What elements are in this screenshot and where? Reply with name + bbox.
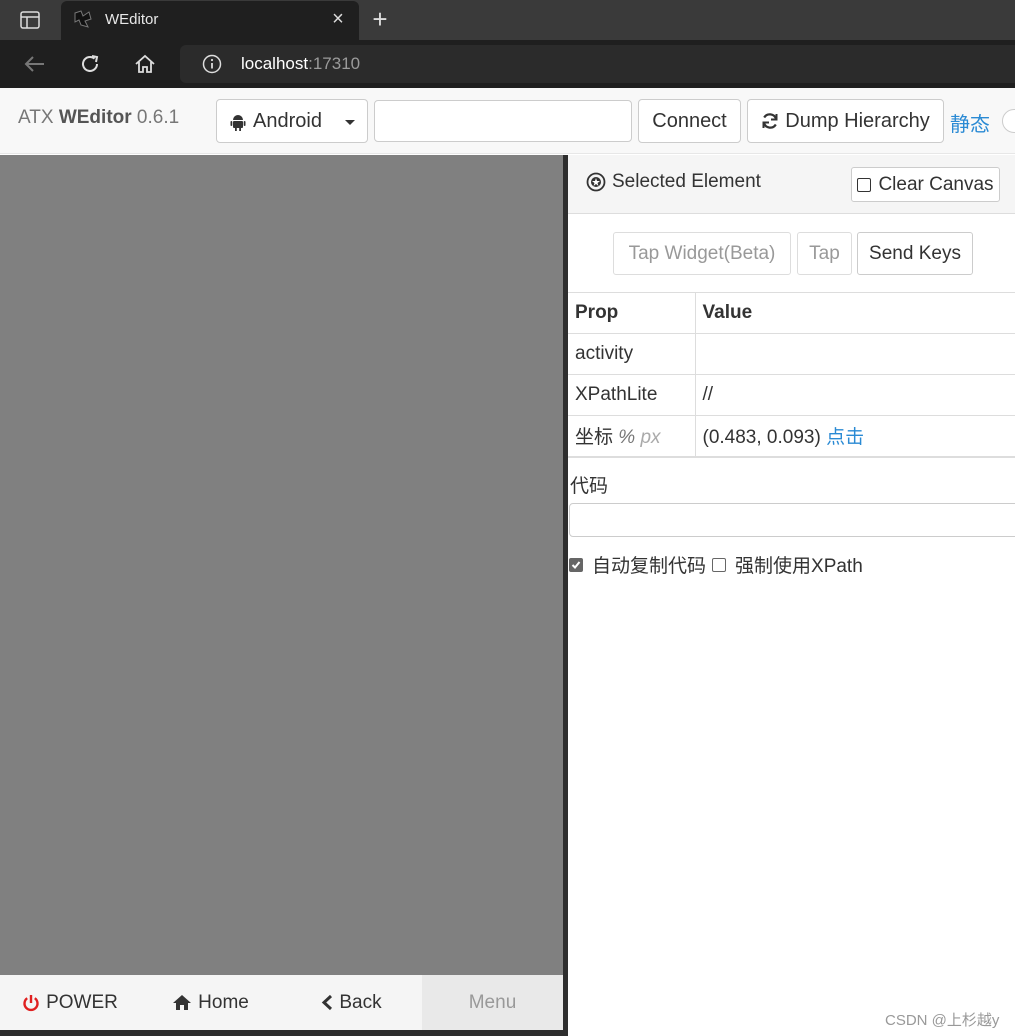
url-host: localhost [241,54,309,73]
static-mode-link[interactable]: 静态 [950,108,990,137]
power-button[interactable]: POWER [0,975,140,1030]
power-label: POWER [46,991,118,1013]
platform-dropdown[interactable]: Android [216,99,368,143]
prop-value: // [695,374,1015,416]
table-row: activity [568,333,1015,375]
force-xpath-label: 强制使用XPath [735,556,863,577]
home-icon [173,995,192,1010]
coord-label: 坐标 [575,427,614,449]
back-arrow-icon[interactable] [20,50,50,78]
prop-value [695,333,1015,375]
check-icon [571,560,581,569]
prop-name: activity [568,333,696,375]
brand-version: 0.6.1 [131,107,180,128]
table-row: 坐标 % px (0.483, 0.093) 点击 [568,415,1015,458]
browser-tab[interactable]: WEditor × [61,1,359,40]
home-label: Home [198,991,249,1013]
inspector-header: Selected Element Clear Canvas [568,155,1015,214]
unit-px-toggle[interactable]: px [640,427,660,448]
brand-prefix: ATX [18,107,59,128]
tab-title: WEditor [105,11,159,28]
url-text: localhost:17310 [241,54,360,74]
device-control-bar: POWER Home Back Menu [0,975,563,1030]
coord-click-link[interactable]: 点击 [826,427,864,448]
app-navbar: ATX WEditor 0.6.1 Android Connect Dump H… [0,88,1015,154]
code-options: 自动复制代码 强制使用XPath [569,551,863,578]
prop-name: 坐标 % px [568,415,696,458]
tab-close-icon[interactable]: × [327,8,349,30]
power-icon [23,994,39,1011]
properties-table: Prop Value activity XPathLite // 坐标 % px… [568,292,1015,458]
tap-widget-button[interactable]: Tap Widget(Beta) [613,232,791,275]
url-field[interactable]: localhost:17310 [180,45,1015,83]
watermark: CSDN @上杉越y [885,1012,1000,1029]
site-info-icon[interactable] [202,54,222,74]
home-button[interactable]: Home [140,975,281,1030]
back-label: Back [339,991,382,1013]
dump-hierarchy-label: Dump Hierarchy [785,109,930,132]
force-xpath-checkbox[interactable] [712,557,727,572]
code-label: 代码 [570,476,609,497]
device-screen-canvas[interactable] [0,155,563,975]
table-header-row: Prop Value [568,292,1015,334]
refresh-icon[interactable] [75,50,105,78]
column-header-prop: Prop [568,292,696,334]
prop-name: XPathLite [568,374,696,416]
connect-button[interactable]: Connect [638,99,741,143]
selected-element-title: Selected Element [586,171,761,193]
send-keys-button[interactable]: Send Keys [857,232,973,275]
unit-percent-toggle[interactable]: % [618,427,635,448]
back-button[interactable]: Back [281,975,422,1030]
checkbox-icon [857,177,872,192]
clear-canvas-label: Clear Canvas [878,173,994,195]
device-serial-input[interactable] [374,100,632,142]
inspector-panel: Selected Element Clear Canvas Tap Widget… [568,155,1015,1036]
tap-button[interactable]: Tap [797,232,852,275]
platform-value: Android [253,110,322,132]
auto-copy-checkbox[interactable] [569,557,583,572]
column-header-value: Value [695,292,1015,334]
chevron-left-icon [322,994,333,1011]
tab-actions-icon[interactable] [12,8,48,32]
refresh-icon [762,113,778,129]
url-port: :17310 [308,54,361,73]
auto-copy-label: 自动复制代码 [592,556,707,577]
brand-name: WEditor [58,107,132,128]
browser-tab-bar: WEditor × + [0,0,1015,40]
browser-address-bar: localhost:17310 [0,40,1015,88]
code-input[interactable] [569,503,1015,537]
coord-value: (0.483, 0.093) [702,427,821,449]
selected-element-label: Selected Element [612,171,761,192]
android-icon [229,113,247,131]
static-toggle[interactable] [1002,109,1015,133]
weditor-favicon-icon [73,9,93,29]
app-brand: ATX WEditor 0.6.1 [18,107,179,129]
new-tab-icon[interactable]: + [365,6,395,34]
chevron-down-icon [345,120,355,125]
bottom-edge [0,1030,563,1036]
menu-button[interactable]: Menu [422,975,563,1030]
clear-canvas-button[interactable]: Clear Canvas [851,167,1000,202]
dump-hierarchy-button[interactable]: Dump Hierarchy [747,99,944,143]
prop-value: (0.483, 0.093) 点击 [695,415,1015,458]
table-row: XPathLite // [568,374,1015,416]
home-page-icon[interactable] [130,50,160,78]
target-icon [586,172,606,192]
